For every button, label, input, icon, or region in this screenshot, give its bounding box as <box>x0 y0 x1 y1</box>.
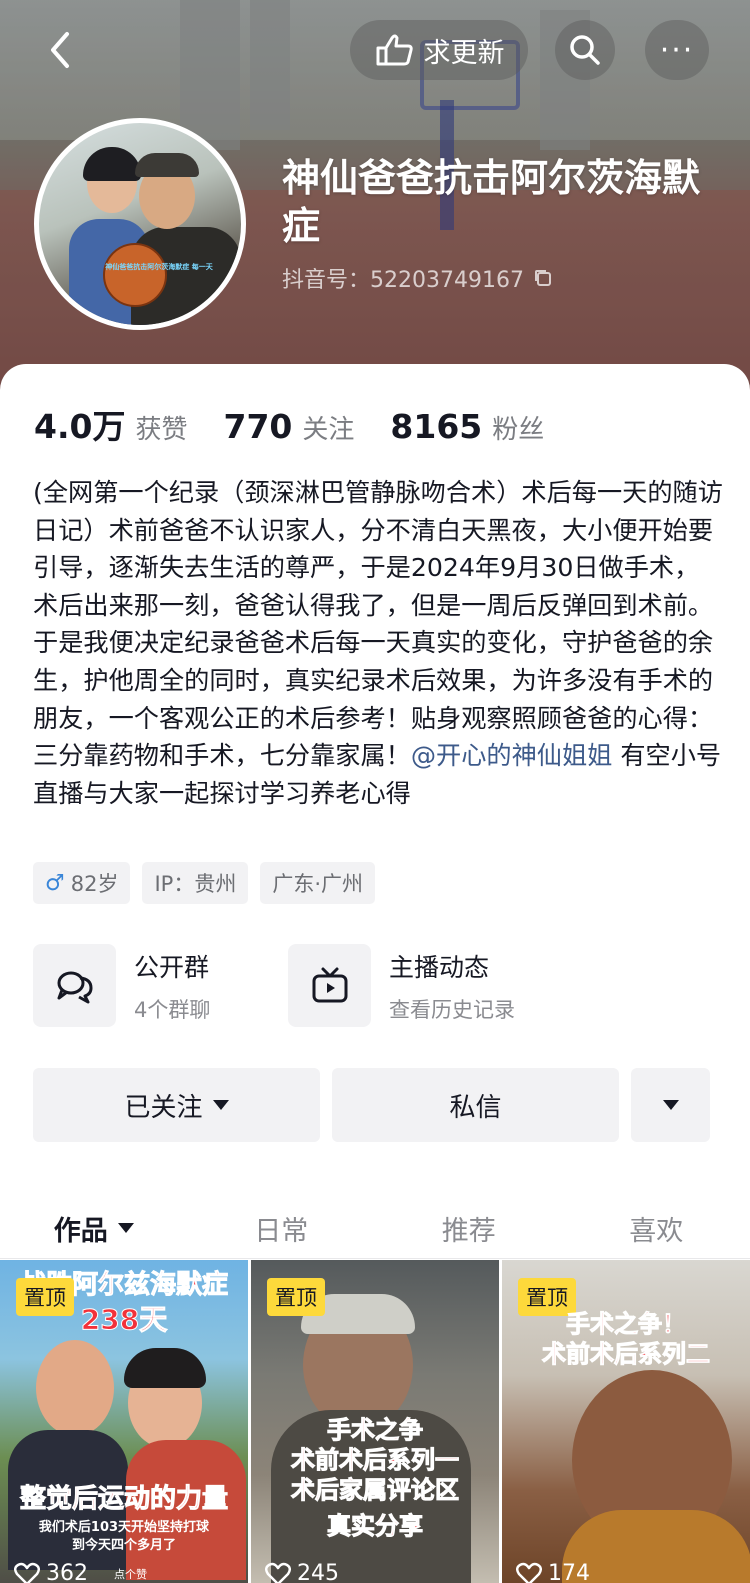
tab-daily-label: 日常 <box>254 1215 309 1247</box>
video-thumbnail[interactable]: 战胜阿尔兹海默症 238天 置顶 整觉后运动的力量 我们术后103天开始坚持打球… <box>0 1260 248 1583</box>
basketball-image <box>103 243 167 307</box>
stat-following[interactable]: 770 关注 <box>223 407 354 446</box>
live-history-entry[interactable]: 主播动态 查看历史记录 <box>288 944 543 1027</box>
tabs-divider <box>0 1258 750 1259</box>
stat-following-number: 770 <box>223 407 293 446</box>
ip-tag: IP：贵州 <box>142 862 249 904</box>
stat-followers[interactable]: 8165 粉丝 <box>390 407 544 446</box>
video-grid: 战胜阿尔兹海默症 238天 置顶 整觉后运动的力量 我们术后103天开始坚持打球… <box>0 1260 750 1583</box>
search-button[interactable] <box>555 20 615 80</box>
hand-point-icon <box>376 34 413 66</box>
ip-text: IP：贵州 <box>154 872 237 896</box>
location-text: 广东·广州 <box>272 872 364 896</box>
caret-down-icon <box>212 1100 229 1110</box>
stat-following-label: 关注 <box>302 415 355 445</box>
location-tag: 广东·广州 <box>260 862 376 904</box>
stat-likes[interactable]: 4.0万 获赞 <box>34 400 187 448</box>
live-history-title: 主播动态 <box>389 952 490 982</box>
avatar[interactable]: 神仙爸爸抗击阿尔茨海默症 每一天 <box>34 118 246 330</box>
profile-tags: ♂ 82岁 IP：贵州 广东·广州 <box>33 862 376 904</box>
tab-likes-label: 喜欢 <box>629 1215 684 1247</box>
video-caption-4: 真实分享 <box>327 1512 424 1541</box>
douyin-id[interactable]: 抖音号：52203749167 <box>282 262 554 294</box>
video-face <box>36 1340 114 1436</box>
public-group-title: 公开群 <box>134 952 210 982</box>
pinned-badge: 置顶 <box>16 1278 74 1316</box>
profile-entries: 公开群 4个群聊 主播动态 查看历史记录 <box>33 944 543 1027</box>
content-tabs: 作品 日常 推荐 喜欢 <box>0 1196 750 1268</box>
like-badge: 点个赞 <box>114 1567 147 1581</box>
back-button[interactable] <box>30 22 90 78</box>
profile-sheet: 4.0万 获赞 770 关注 8165 粉丝 (全网第一个纪录（颈深淋巴管静脉吻… <box>0 364 750 1583</box>
caret-down-icon <box>662 1100 679 1110</box>
message-label: 私信 <box>449 1092 502 1123</box>
more-actions-button[interactable] <box>631 1068 710 1142</box>
age-text: 82岁 <box>70 872 119 896</box>
douyin-id-text: 抖音号：52203749167 <box>282 268 524 293</box>
heart-icon <box>516 1562 542 1583</box>
profile-actions: 已关注 私信 <box>33 1068 710 1142</box>
video-caption-3: 术后家属评论区 <box>291 1476 460 1505</box>
request-update-button[interactable]: 求更新 <box>350 20 528 80</box>
public-group-entry[interactable]: 公开群 4个群聊 <box>33 944 288 1027</box>
entry-icon-box <box>288 944 371 1027</box>
tab-daily[interactable]: 日常 <box>188 1196 376 1260</box>
chevron-left-icon <box>51 32 69 68</box>
stat-followers-number: 8165 <box>390 407 483 446</box>
video-caption-2: 我们术后103天开始坚持打球 <box>38 1520 210 1535</box>
avatar-caption: 神仙爸爸抗击阿尔茨海默症 每一天 <box>105 263 213 271</box>
pinned-badge: 置顶 <box>267 1278 325 1316</box>
video-likes: 174 <box>516 1561 590 1583</box>
request-update-label: 求更新 <box>423 37 505 69</box>
video-thumbnail[interactable]: 置顶 手术之争！ 术前术后系列二 174 <box>502 1260 750 1583</box>
video-hair <box>124 1348 206 1388</box>
search-icon <box>570 35 600 65</box>
tab-works[interactable]: 作品 <box>0 1196 188 1268</box>
male-icon: ♂ <box>45 870 65 896</box>
tv-icon <box>312 967 347 1002</box>
bio-text: (全网第一个纪录（颈深淋巴管静脉吻合术）术后每一天的随访日记）术前爸爸不认识家人… <box>33 478 723 771</box>
bio-mention-link[interactable]: @开心的神仙姐姐 <box>411 741 613 770</box>
video-thumbnail[interactable]: 置顶 手术之争 术前术后系列一 术后家属评论区 真实分享 245 <box>251 1260 499 1583</box>
stat-followers-label: 粉丝 <box>492 415 545 445</box>
copy-icon[interactable] <box>532 267 554 289</box>
chat-bubbles-icon <box>57 971 92 1003</box>
message-button[interactable]: 私信 <box>332 1068 619 1142</box>
followed-button[interactable]: 已关注 <box>33 1068 320 1142</box>
age-tag: ♂ 82岁 <box>33 862 131 904</box>
video-body <box>562 1510 750 1583</box>
live-history-sub: 查看历史记录 <box>389 997 515 1022</box>
likes-count: 362 <box>46 1561 88 1583</box>
video-likes: 245 <box>265 1561 339 1583</box>
more-options-button[interactable]: ··· <box>645 20 709 80</box>
entry-icon-box <box>33 944 116 1027</box>
avatar-cap <box>135 153 199 177</box>
heart-icon <box>14 1562 40 1583</box>
tab-recommend[interactable]: 推荐 <box>375 1196 563 1260</box>
likes-count: 174 <box>548 1561 590 1583</box>
more-dots-icon: ··· <box>659 32 695 68</box>
stat-likes-number: 4.0万 <box>34 407 126 446</box>
avatar-hair <box>83 147 141 181</box>
profile-bio: (全网第一个纪录（颈深淋巴管静脉吻合术）术后每一天的随访日记）术前爸爸不认识家人… <box>33 474 723 812</box>
video-likes: 362 点个赞 <box>14 1561 147 1583</box>
profile-stats: 4.0万 获赞 770 关注 8165 粉丝 <box>34 400 580 448</box>
video-caption-3: 到今天四个多月了 <box>71 1538 176 1553</box>
public-group-sub: 4个群聊 <box>134 997 211 1022</box>
profile-nickname: 神仙爸爸抗击阿尔茨海默症 <box>282 156 701 248</box>
video-title-sub: 术前术后系列二 <box>542 1340 711 1369</box>
likes-count: 245 <box>297 1561 339 1583</box>
video-caption: 整觉后运动的力量 <box>19 1484 228 1515</box>
tab-works-label: 作品 <box>53 1215 108 1247</box>
caret-down-icon <box>117 1223 134 1233</box>
tab-likes[interactable]: 喜欢 <box>563 1196 750 1260</box>
heart-icon <box>265 1562 291 1583</box>
tab-recommend-label: 推荐 <box>441 1215 496 1247</box>
stat-likes-label: 获赞 <box>135 415 188 445</box>
followed-label: 已关注 <box>124 1092 203 1123</box>
